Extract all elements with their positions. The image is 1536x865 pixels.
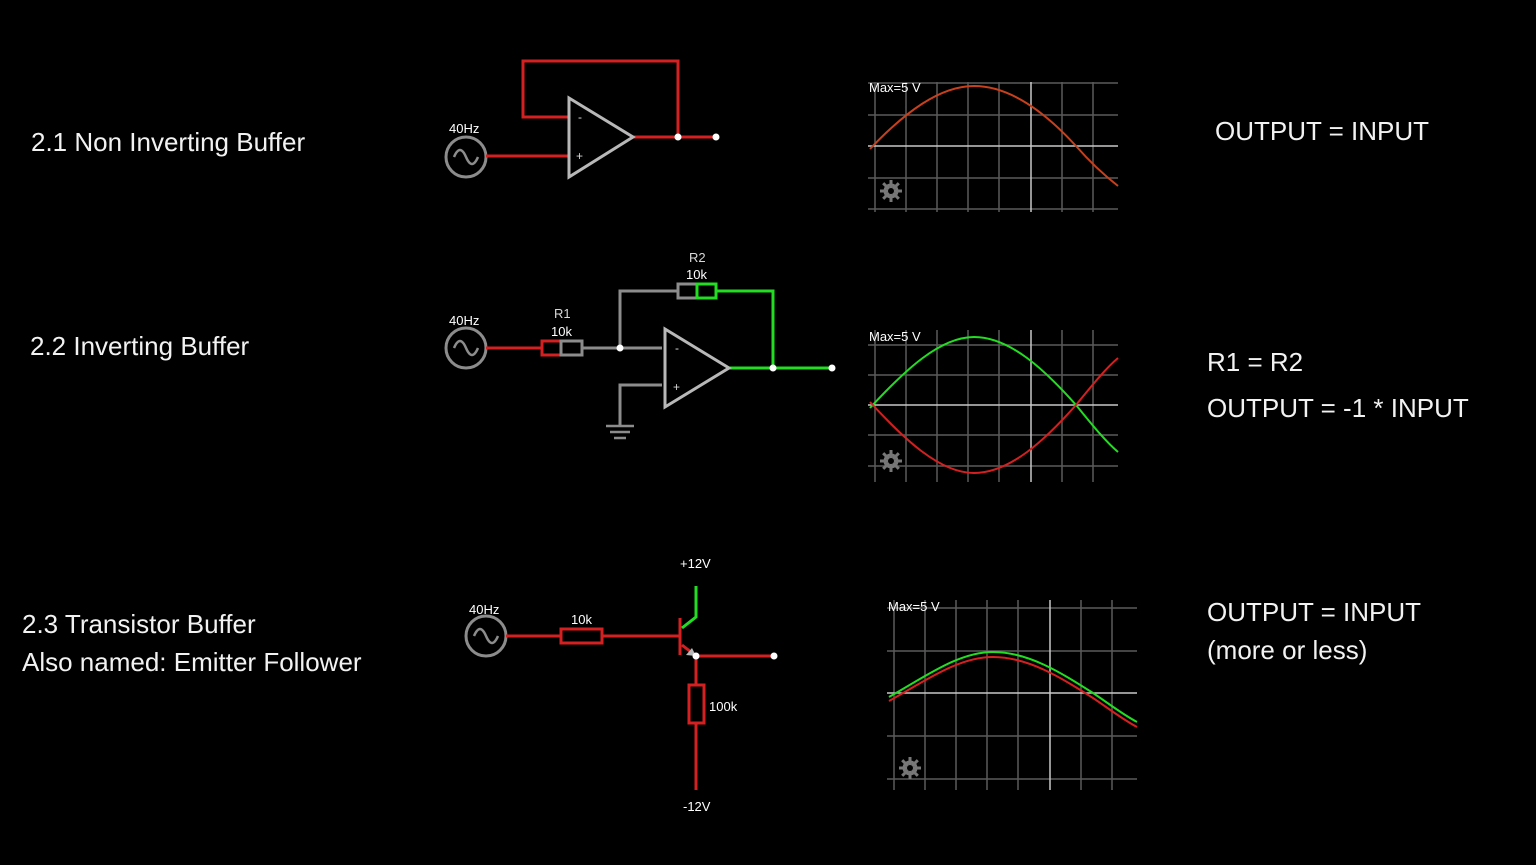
supply-neg-label: -12V xyxy=(683,799,711,814)
settings-gear-icon[interactable] xyxy=(878,448,904,474)
node xyxy=(616,344,624,352)
svg-text:-: - xyxy=(675,341,679,355)
op-amp-icon[interactable]: - + xyxy=(567,95,636,180)
scope3-grid xyxy=(887,600,1137,790)
svg-text:+: + xyxy=(576,149,583,163)
node xyxy=(674,133,682,141)
source2-label: 40Hz xyxy=(449,313,479,328)
scope3[interactable]: Max=5 V xyxy=(887,599,1138,790)
section1-circuit: 40Hz - + xyxy=(444,59,720,180)
node xyxy=(692,652,700,660)
scope1[interactable]: Max=5 V xyxy=(868,80,1119,212)
r1-value: 10k xyxy=(551,324,572,339)
scope1-grid xyxy=(868,82,1118,212)
section2-circuit: 40Hz R1 10k R2 10k - + xyxy=(444,250,836,440)
scope3-trace-green xyxy=(888,650,1138,723)
scope2-grid xyxy=(868,330,1118,482)
source3-label: 40Hz xyxy=(469,602,499,617)
output-terminal[interactable] xyxy=(712,133,720,141)
scope1-trace-red xyxy=(869,84,1119,187)
output-terminal[interactable] xyxy=(770,652,778,660)
resistor-icon[interactable] xyxy=(687,683,706,725)
op-amp-icon[interactable]: - + xyxy=(663,326,732,410)
scope3-label: Max=5 V xyxy=(888,599,940,614)
feedback-wire xyxy=(521,59,716,139)
sine-source-icon[interactable] xyxy=(444,135,488,179)
scope2[interactable]: Max=5 V xyxy=(868,329,1119,482)
wire xyxy=(694,654,774,790)
resistor-icon[interactable] xyxy=(559,627,604,645)
svg-text:-: - xyxy=(578,110,582,124)
sine-source-icon[interactable] xyxy=(444,326,488,370)
scope3-trace-red xyxy=(888,655,1138,728)
scope2-label: Max=5 V xyxy=(869,329,921,344)
section3-circuit: 40Hz 10k +12V 100k -12V xyxy=(464,556,778,814)
r2-name: R2 xyxy=(689,250,706,265)
scope1-label: Max=5 V xyxy=(869,80,921,95)
ground-icon xyxy=(606,424,634,440)
r1-name: R1 xyxy=(554,306,571,321)
npn-transistor-icon[interactable] xyxy=(678,586,698,658)
sine-source-icon[interactable] xyxy=(464,614,508,658)
emitter-resistor-value: 100k xyxy=(709,699,738,714)
base-resistor-value: 10k xyxy=(571,612,592,627)
r2-value: 10k xyxy=(686,267,707,282)
settings-gear-icon[interactable] xyxy=(897,755,923,781)
supply-pos-label: +12V xyxy=(680,556,711,571)
settings-gear-icon[interactable] xyxy=(878,178,904,204)
schematic-canvas: 40Hz - + Max=5 V 40Hz R1 10k R2 10k - + … xyxy=(444,59,1138,814)
output-terminal[interactable] xyxy=(828,364,836,372)
source1-label: 40Hz xyxy=(449,121,479,136)
node xyxy=(769,364,777,372)
output-wire xyxy=(716,289,832,370)
svg-text:+: + xyxy=(673,380,680,394)
